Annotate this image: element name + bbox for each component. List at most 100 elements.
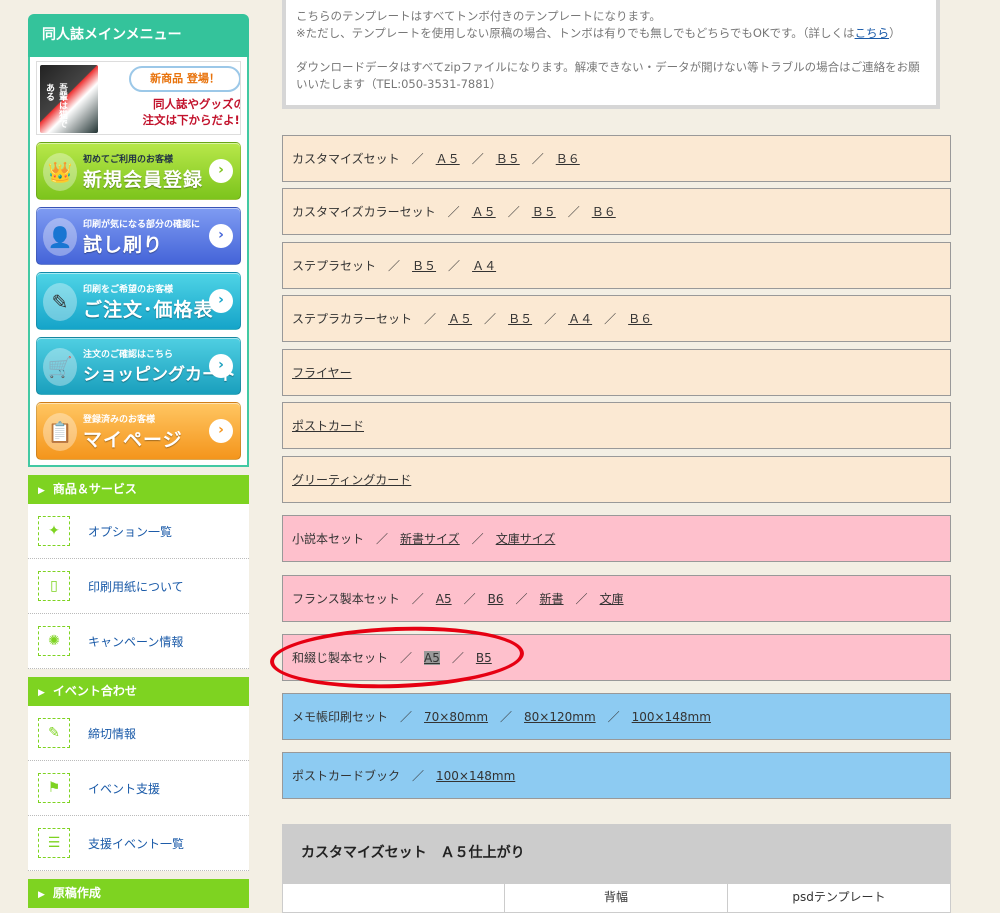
mypage-label: マイページ [83, 429, 183, 451]
order-price-button[interactable]: ✎ 印刷をご希望のお客様 ご注文･価格表 › [36, 272, 241, 330]
notice-line-2: ※ただし、テンプレートを使用しない原稿の場合、トンボは有りでも無しでもどちらでも… [296, 25, 926, 42]
pen-icon: ✎ [38, 718, 70, 748]
size-link[interactable]: A5 [436, 592, 452, 606]
list-icon: ☰ [38, 828, 70, 858]
chevron-right-icon: › [209, 419, 233, 443]
template-row: グリーティングカード [282, 456, 951, 503]
size-link[interactable]: Ａ５ [448, 310, 472, 327]
paper-icon: ▯ [38, 571, 70, 601]
clipboard-icon: 📋 [43, 413, 77, 451]
promo-line-2: 注文は下からだよ!! [142, 113, 241, 127]
section-title: 商品＆サービス [52, 482, 137, 496]
row-link[interactable]: ポストカード [292, 417, 364, 434]
sidebar-item-event-list[interactable]: ☰ 支援イベント一覧 [28, 816, 249, 871]
sidebar-item-paper[interactable]: ▯ 印刷用紙について [28, 559, 249, 614]
row-label: ポストカードブック [292, 769, 401, 783]
sidebar-item-campaign[interactable]: ✺ キャンペーン情報 [28, 614, 249, 669]
table-title: カスタマイズセット Ａ５仕上がり [282, 824, 951, 883]
column-header [283, 884, 505, 912]
section-events: ▶ イベント合わせ [28, 677, 249, 706]
row-link[interactable]: フライヤー [292, 364, 352, 381]
sidebar-item-label: 支援イベント一覧 [88, 836, 185, 851]
size-link[interactable]: Ｂ５ [508, 310, 532, 327]
main-menu-box: 吾輩は猫である 新商品 登場！ 同人誌やグッズの 注文は下からだよ!! 👑 初め… [28, 57, 249, 467]
size-link[interactable]: Ｂ６ [628, 310, 652, 327]
mascot-icon: 👤 [43, 218, 77, 256]
separator: ／ [500, 710, 513, 724]
row-label: フランス製本セット [292, 592, 400, 606]
mypage-subtitle: 登録済みのお客様 [83, 415, 156, 425]
separator: ／ [567, 205, 580, 219]
template-row: カスタマイズカラーセット ／ Ａ５ ／ Ｂ５ ／ Ｂ６ [282, 188, 951, 235]
test-print-label: 試し刷り [83, 234, 164, 256]
register-label: 新規会員登録 [83, 169, 204, 191]
size-link[interactable]: 100×148mm [632, 710, 711, 724]
sidebar-item-label: 締切情報 [88, 726, 137, 741]
shopping-cart-button[interactable]: 🛒 注文のご確認はこちら ショッピングカート › [36, 337, 241, 395]
chevron-right-icon: › [209, 159, 233, 183]
size-link[interactable]: Ａ５ [436, 150, 460, 167]
flag-icon: ⚑ [38, 773, 70, 803]
template-row: カスタマイズセット ／ Ａ５ ／ Ｂ５ ／ Ｂ６ [282, 135, 951, 182]
cart-subtitle: 注文のご確認はこちら [83, 350, 174, 360]
pen-icon: ✎ [43, 283, 77, 321]
separator: ／ [400, 710, 413, 724]
notice-line-1: こちらのテンプレートはすべてトンボ付きのテンプレートになります。 [296, 9, 661, 23]
separator: ／ [412, 769, 425, 783]
separator: ／ [411, 152, 424, 166]
template-row: ポストカード [282, 402, 951, 449]
size-link[interactable]: 80×120mm [524, 710, 596, 724]
row-link[interactable]: グリーティングカード [292, 471, 411, 488]
size-link[interactable]: Ｂ６ [556, 150, 580, 167]
size-link[interactable]: Ｂ５ [412, 257, 436, 274]
size-link[interactable]: 100×148mm [436, 769, 515, 783]
size-link[interactable]: 文庫サイズ [496, 530, 556, 547]
register-button[interactable]: 👑 初めてご利用のお客様 新規会員登録 › [36, 142, 241, 200]
row-label: 小説本セット [292, 532, 365, 546]
size-link[interactable]: Ｂ５ [532, 203, 556, 220]
chevron-right-icon: › [209, 354, 233, 378]
triangle-right-icon: ▶ [38, 688, 45, 698]
size-link[interactable]: Ａ５ [472, 203, 496, 220]
template-row: ステプラセット ／ Ｂ５ ／ Ａ４ [282, 242, 951, 289]
sidebar-item-event-support[interactable]: ⚑ イベント支援 [28, 761, 249, 816]
section-manuscript: ▶ 原稿作成 [28, 879, 249, 908]
row-label: 和綴じ製本セット [292, 651, 389, 665]
separator: ／ [471, 532, 484, 546]
separator: ／ [400, 651, 413, 665]
separator: ／ [471, 152, 484, 166]
size-link[interactable]: Ａ４ [472, 257, 496, 274]
size-link[interactable]: Ｂ６ [592, 203, 616, 220]
notice-text: ※ただし、テンプレートを使用しない原稿の場合、トンボは有りでも無しでもどちらでも… [296, 26, 855, 40]
size-link[interactable]: 文庫 [600, 590, 624, 607]
size-link[interactable]: 新書サイズ [400, 530, 460, 547]
size-link[interactable]: 新書 [540, 590, 564, 607]
template-row: 小説本セット ／ 新書サイズ ／ 文庫サイズ [282, 515, 951, 562]
size-link[interactable]: A5 [424, 650, 440, 665]
size-link[interactable]: 70×80mm [424, 710, 488, 724]
separator: ／ [575, 592, 588, 606]
sidebar-item-deadline[interactable]: ✎ 締切情報 [28, 706, 249, 761]
sidebar-item-options[interactable]: ✦ オプション一覧 [28, 504, 249, 559]
sparkle-document-icon: ✦ [38, 516, 70, 546]
triangle-right-icon: ▶ [38, 890, 45, 900]
separator: ／ [484, 312, 497, 326]
book-title: 吾輩は猫である [44, 83, 67, 128]
size-link[interactable]: B5 [476, 651, 492, 665]
notice-line-3: ダウンロードデータはすべてzipファイルになります。解凍できない・データが開けな… [296, 59, 926, 93]
template-row: 和綴じ製本セット ／ A5 ／ B5 [282, 634, 951, 681]
promo-text: 同人誌やグッズの 注文は下からだよ!! [121, 96, 241, 128]
main-menu-title: 同人誌メインメニュー [28, 14, 249, 57]
template-row: メモ帳印刷セット ／ 70×80mm ／ 80×120mm ／ 100×148mm [282, 693, 951, 740]
size-link[interactable]: B6 [488, 592, 504, 606]
register-subtitle: 初めてご利用のお客様 [83, 155, 174, 165]
test-print-button[interactable]: 👤 印刷が気になる部分の確認に 試し刷り › [36, 207, 241, 265]
mypage-button[interactable]: 📋 登録済みのお客様 マイページ › [36, 402, 241, 460]
size-link[interactable]: Ｂ５ [496, 150, 520, 167]
row-label: カスタマイズカラーセット [292, 205, 436, 219]
size-link[interactable]: Ａ４ [568, 310, 592, 327]
crown-mascot-icon: 👑 [43, 153, 77, 191]
details-link[interactable]: こちら [855, 26, 890, 40]
sidebar-item-label: イベント支援 [88, 781, 161, 796]
new-product-banner[interactable]: 吾輩は猫である 新商品 登場！ 同人誌やグッズの 注文は下からだよ!! [36, 61, 241, 135]
